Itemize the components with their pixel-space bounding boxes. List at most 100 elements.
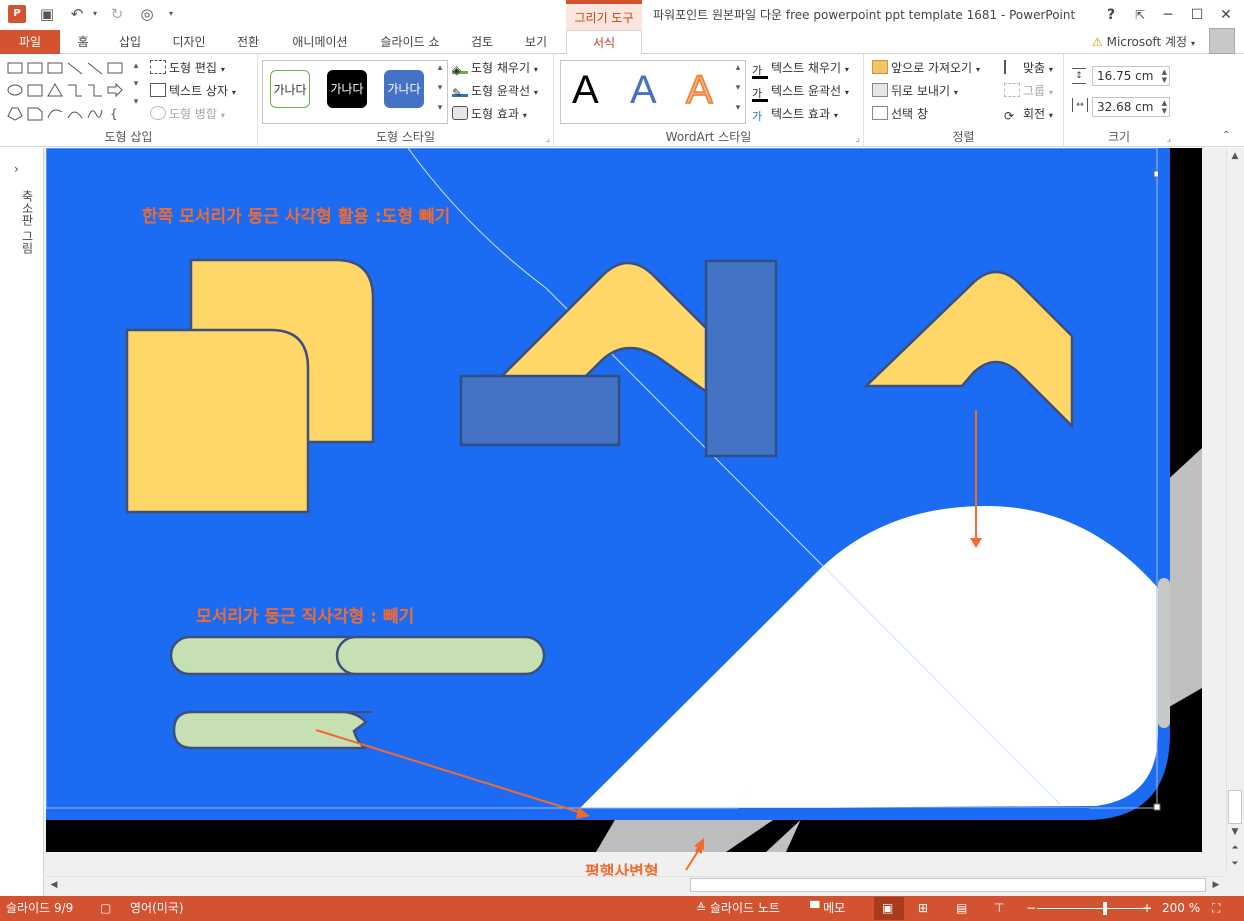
avatar[interactable]	[1209, 28, 1235, 54]
scroll-up-icon[interactable]: ▲	[1227, 148, 1243, 164]
style-scroll-down-icon[interactable]: ▾	[432, 80, 448, 96]
text-box-button[interactable]: 텍스트 상자 ▾	[150, 81, 236, 101]
align-button[interactable]: 맞춤 ▾	[1004, 58, 1053, 78]
wordart-style-orange[interactable]: A	[685, 66, 713, 114]
scroll-right-icon[interactable]: ▶	[1208, 877, 1224, 893]
shape-height-input[interactable]: 16.75 cm ▲ ▼	[1092, 66, 1170, 86]
vertical-scroll-thumb[interactable]	[1228, 790, 1242, 824]
redo-icon[interactable]: ↻	[108, 5, 126, 23]
next-slide-icon[interactable]: ⏷	[1227, 856, 1243, 872]
shape-fill-button[interactable]: ◈ 도형 채우기 ▾	[452, 58, 538, 78]
chevron-down-icon: ▾	[1190, 39, 1195, 48]
gallery-more-icon[interactable]: ▾	[128, 94, 144, 110]
text-outline-button[interactable]: 가 텍스트 윤곽선 ▾	[752, 81, 849, 102]
undo-dropdown-icon[interactable]: ▾	[86, 5, 104, 23]
edit-shape-button[interactable]: 도형 편집 ▾	[150, 58, 225, 78]
close-button[interactable]: ✕	[1215, 4, 1237, 26]
slide-canvas[interactable]: 한쪽 모서리가 둥근 사각형 활용 :도형 빼기 모서리가 둥근 직사각형 : …	[46, 148, 1202, 852]
tab-design[interactable]: 디자인	[162, 30, 216, 54]
tab-animations[interactable]: 애니메이션	[280, 30, 360, 54]
tab-slide-show[interactable]: 슬라이드 쇼	[370, 30, 450, 54]
spin-up-icon[interactable]: ▲	[1162, 99, 1167, 107]
shape-gallery[interactable]: {	[6, 60, 142, 124]
tab-view[interactable]: 보기	[514, 30, 558, 54]
text-effects-button[interactable]: 가 텍스트 효과 ▾	[752, 104, 838, 124]
spin-up-icon[interactable]: ▲	[1162, 68, 1167, 76]
scroll-down-icon[interactable]: ▼	[1227, 824, 1243, 840]
yellow-round-corner-square-front[interactable]	[125, 328, 310, 514]
vertical-scrollbar[interactable]: ▲ ▼ ⏶ ⏷	[1226, 148, 1243, 872]
expand-thumbnails-icon[interactable]: ›	[14, 162, 19, 176]
send-backward-button[interactable]: 뒤로 보내기 ▾	[872, 81, 958, 101]
fit-slide-icon[interactable]: ⛶	[1212, 896, 1220, 921]
save-icon[interactable]: ▣	[38, 5, 56, 23]
powerpoint-window: P ▣ ↶ ▾ ↻ ◎ ▾ 그리기 도구 파워포인트 원본파일 다운 free …	[0, 0, 1244, 921]
comments-button[interactable]: ▀ 메모	[810, 896, 845, 921]
heading-one-rounded-corner[interactable]: 한쪽 모서리가 둥근 사각형 활용 :도형 빼기	[142, 202, 450, 227]
minimize-button[interactable]: ─	[1157, 4, 1179, 26]
zoom-in-button[interactable]: +	[1142, 896, 1152, 921]
wordart-more-icon[interactable]: ▾	[730, 100, 746, 116]
tab-format[interactable]: 서식	[566, 30, 642, 55]
tab-insert[interactable]: 삽입	[110, 30, 150, 54]
ribbon-display-options-icon[interactable]: ⇱	[1129, 4, 1151, 26]
tab-home[interactable]: 홈	[66, 30, 100, 54]
dialog-launcher-icon[interactable]: ⌟	[1167, 134, 1171, 144]
previous-slide-icon[interactable]: ⏶	[1227, 840, 1243, 856]
zoom-slider-knob[interactable]	[1103, 902, 1108, 915]
spin-down-icon[interactable]: ▼	[1162, 76, 1167, 84]
wordart-scroll-down-icon[interactable]: ▾	[730, 80, 746, 96]
scroll-left-icon[interactable]: ◀	[46, 877, 62, 893]
green-pill-subtracted[interactable]	[172, 710, 368, 750]
shape-style-black[interactable]: 가나다	[327, 70, 367, 108]
undo-icon[interactable]: ↶	[68, 5, 86, 23]
green-pill-right[interactable]	[335, 635, 546, 676]
zoom-level[interactable]: 200 %	[1162, 896, 1200, 921]
horizontal-scroll-thumb[interactable]	[690, 878, 1206, 892]
restore-button[interactable]: ☐	[1186, 4, 1208, 26]
shape-style-white[interactable]: 가나다	[270, 70, 310, 108]
group-button[interactable]: 그룹 ▾	[1004, 81, 1053, 101]
gallery-scroll-down-icon[interactable]: ▾	[128, 76, 144, 92]
shape-style-blue[interactable]: 가나다	[384, 70, 424, 108]
selection-pane-button[interactable]: 선택 창	[872, 104, 928, 124]
wordart-style-blue[interactable]: A	[630, 66, 657, 114]
spin-down-icon[interactable]: ▼	[1162, 107, 1167, 115]
merge-shapes-button[interactable]: 도형 병합 ▾	[150, 104, 225, 124]
text-fill-button[interactable]: 가 텍스트 채우기 ▾	[752, 58, 849, 79]
shape-effects-button[interactable]: 도형 효과 ▾	[452, 104, 527, 124]
horizontal-scrollbar[interactable]: ◀ ▶	[46, 876, 1224, 893]
wordart-scroll-up-icon[interactable]: ▴	[730, 60, 746, 76]
gallery-scroll-up-icon[interactable]: ▴	[128, 58, 144, 74]
shape-width-input[interactable]: 32.68 cm ▲ ▼	[1092, 97, 1170, 117]
selection-handle[interactable]	[1153, 803, 1161, 811]
spelling-check-icon[interactable]: ▢	[100, 896, 111, 921]
slide-show-view-icon[interactable]: ⊤	[994, 896, 1004, 921]
normal-view-icon[interactable]: ▣	[882, 896, 893, 921]
customize-qat-icon[interactable]: ▾	[162, 5, 180, 23]
dialog-launcher-icon[interactable]: ⌟	[546, 134, 550, 144]
wordart-style-black[interactable]: A	[572, 66, 599, 114]
collapse-ribbon-icon[interactable]: ⌃	[1222, 130, 1230, 141]
notes-button[interactable]: ≙ 슬라이드 노트	[696, 896, 780, 921]
style-more-icon[interactable]: ▾	[432, 100, 448, 116]
blue-rectangle-horizontal[interactable]	[459, 374, 621, 447]
slide-sorter-view-icon[interactable]: ⊞	[918, 896, 928, 921]
tab-review[interactable]: 검토	[462, 30, 502, 54]
language-indicator[interactable]: 영어(미국)	[130, 896, 184, 921]
tab-transitions[interactable]: 전환	[228, 30, 268, 54]
rotate-button[interactable]: ⟳ 회전 ▾	[1004, 104, 1053, 124]
bring-forward-button[interactable]: 앞으로 가져오기 ▾	[872, 58, 980, 78]
zoom-out-button[interactable]: −	[1026, 896, 1036, 921]
shape-outline-button[interactable]: ✎ 도형 윤곽선 ▾	[452, 81, 538, 101]
tab-file[interactable]: 파일	[0, 30, 60, 54]
zoom-slider-track[interactable]	[1037, 908, 1151, 909]
start-presentation-icon[interactable]: ◎	[138, 5, 156, 23]
account-menu[interactable]: ⚠ Microsoft 계정 ▾	[1092, 30, 1195, 54]
reading-view-icon[interactable]: ▤	[956, 896, 967, 921]
heading-two-rounded-rectangle[interactable]: 모서리가 둥근 직사각형 : 빼기	[196, 602, 414, 627]
style-scroll-up-icon[interactable]: ▴	[432, 60, 448, 76]
help-button[interactable]: ?	[1100, 4, 1122, 26]
dialog-launcher-icon[interactable]: ⌟	[856, 134, 860, 144]
blue-rectangle-vertical[interactable]	[704, 259, 778, 458]
